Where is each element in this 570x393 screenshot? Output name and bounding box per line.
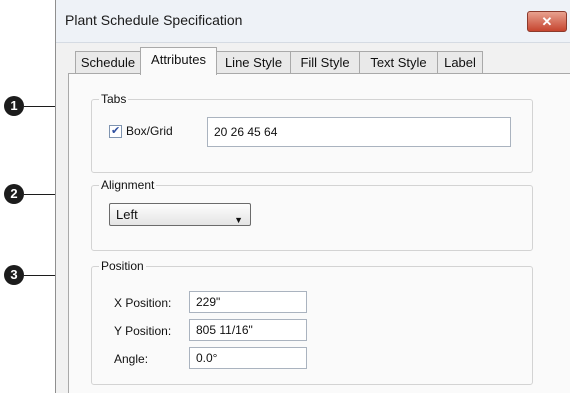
- x-position-field[interactable]: 229": [189, 291, 307, 313]
- angle-field[interactable]: 0.0°: [189, 347, 307, 369]
- y-position-field[interactable]: 805 11/16": [189, 319, 307, 341]
- tab-line-style[interactable]: Line Style: [216, 51, 291, 73]
- tab-label[interactable]: Label: [437, 51, 483, 73]
- tabs-group-legend: Tabs: [99, 92, 129, 106]
- title-bar: Plant Schedule Specification ✕: [56, 0, 570, 43]
- x-position-label: X Position:: [114, 296, 172, 310]
- alignment-group-legend: Alignment: [99, 178, 157, 192]
- y-position-label: Y Position:: [114, 324, 172, 338]
- close-button[interactable]: ✕: [527, 11, 567, 32]
- tab-attributes[interactable]: Attributes: [140, 47, 217, 75]
- position-group-legend: Position: [99, 259, 146, 273]
- attributes-panel: Tabs ✔ Box/Grid 20 26 45 64 Alignment Le…: [68, 73, 570, 393]
- close-icon: ✕: [541, 14, 553, 29]
- tabs-group: Tabs ✔ Box/Grid 20 26 45 64: [91, 92, 533, 173]
- callout-2: 2: [4, 184, 24, 204]
- box-grid-label: Box/Grid: [126, 124, 173, 138]
- tab-fill-style[interactable]: Fill Style: [290, 51, 360, 73]
- alignment-select[interactable]: Left ▼: [109, 203, 251, 226]
- alignment-group: Alignment Left ▼: [91, 178, 533, 251]
- tab-stops-field[interactable]: 20 26 45 64: [207, 117, 511, 147]
- chevron-down-icon: ▼: [234, 215, 243, 225]
- tab-schedule[interactable]: Schedule: [75, 51, 141, 73]
- box-grid-checkbox[interactable]: ✔: [109, 125, 122, 138]
- window-title: Plant Schedule Specification: [65, 12, 243, 28]
- plant-schedule-dialog: Plant Schedule Specification ✕ Schedule …: [55, 0, 570, 393]
- callout-3: 3: [4, 265, 24, 285]
- checkmark-icon: ✔: [111, 125, 121, 137]
- tab-text-style[interactable]: Text Style: [359, 51, 438, 73]
- position-group: Position X Position: 229" Y Position: 80…: [91, 259, 533, 385]
- angle-label: Angle:: [114, 352, 149, 366]
- callout-1: 1: [4, 96, 24, 116]
- alignment-select-value: Left: [116, 207, 138, 222]
